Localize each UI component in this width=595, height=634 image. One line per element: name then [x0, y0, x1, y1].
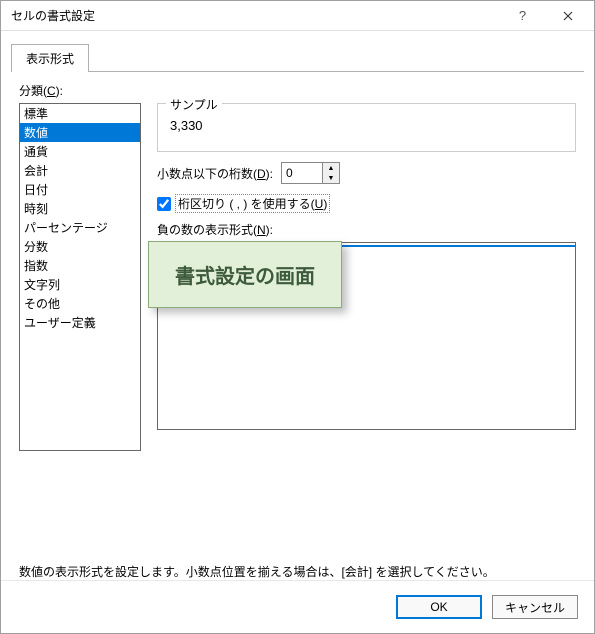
negatives-listbox[interactable]: -1,234△ 1,234▲ 1,234	[157, 242, 576, 430]
category-label: 分類(C):	[19, 82, 576, 99]
content-area: 分類(C): 標準数値通貨会計日付時刻パーセンテージ分数指数文字列その他ユーザー…	[1, 72, 594, 580]
sample-label: サンプル	[166, 96, 222, 113]
category-item[interactable]: 日付	[20, 180, 140, 199]
spinner-up[interactable]: ▲	[323, 163, 339, 173]
window-title: セルの書式設定	[11, 7, 500, 24]
negatives-item[interactable]: △ 1,234	[158, 264, 575, 282]
sample-value: 3,330	[168, 114, 565, 137]
ok-button[interactable]: OK	[396, 595, 482, 619]
thousands-label: 桁区切り ( , ) を使用する(U)	[175, 194, 330, 213]
tab-strip: 表示形式	[11, 43, 584, 72]
negatives-item[interactable]: ▲ 1,234	[158, 282, 575, 299]
help-button[interactable]: ?	[500, 3, 545, 29]
close-button[interactable]	[545, 3, 590, 29]
category-item[interactable]: ユーザー定義	[20, 313, 140, 332]
thousands-row: 桁区切り ( , ) を使用する(U)	[157, 194, 576, 213]
category-item[interactable]: 文字列	[20, 275, 140, 294]
decimals-row: 小数点以下の桁数(D): ▲ ▼	[157, 162, 576, 184]
sample-group: サンプル 3,330	[157, 103, 576, 152]
cancel-button[interactable]: キャンセル	[492, 595, 578, 619]
negatives-label: 負の数の表示形式(N):	[157, 221, 576, 238]
negatives-item[interactable]: -1,234	[158, 247, 575, 264]
decimals-input[interactable]	[281, 162, 323, 184]
category-item[interactable]: その他	[20, 294, 140, 313]
category-item[interactable]: パーセンテージ	[20, 218, 140, 237]
category-listbox[interactable]: 標準数値通貨会計日付時刻パーセンテージ分数指数文字列その他ユーザー定義	[19, 103, 141, 451]
format-cells-dialog: セルの書式設定 ? 表示形式 分類(C): 標準数値通貨会計日付時刻パーセンテー…	[0, 0, 595, 634]
category-item[interactable]: 時刻	[20, 199, 140, 218]
description-text: 数値の表示形式を設定します。小数点位置を揃える場合は、[会計] を選択してくださ…	[19, 563, 576, 580]
category-item[interactable]: 数値	[20, 123, 140, 142]
thousands-checkbox[interactable]	[157, 197, 171, 211]
right-panel: サンプル 3,330 小数点以下の桁数(D): ▲ ▼ 桁区切り (	[157, 103, 576, 547]
spinner-buttons: ▲ ▼	[323, 162, 340, 184]
category-item[interactable]: 分数	[20, 237, 140, 256]
dialog-buttons: OK キャンセル	[1, 580, 594, 633]
spinner-down[interactable]: ▼	[323, 173, 339, 183]
category-item[interactable]: 標準	[20, 104, 140, 123]
category-item[interactable]: 通貨	[20, 142, 140, 161]
decimals-spinner: ▲ ▼	[281, 162, 340, 184]
close-icon	[563, 11, 573, 21]
titlebar: セルの書式設定 ?	[1, 1, 594, 31]
tab-number-format[interactable]: 表示形式	[11, 44, 89, 72]
category-item[interactable]: 指数	[20, 256, 140, 275]
main-row: 標準数値通貨会計日付時刻パーセンテージ分数指数文字列その他ユーザー定義 サンプル…	[19, 103, 576, 547]
decimals-label: 小数点以下の桁数(D):	[157, 165, 273, 182]
category-item[interactable]: 会計	[20, 161, 140, 180]
